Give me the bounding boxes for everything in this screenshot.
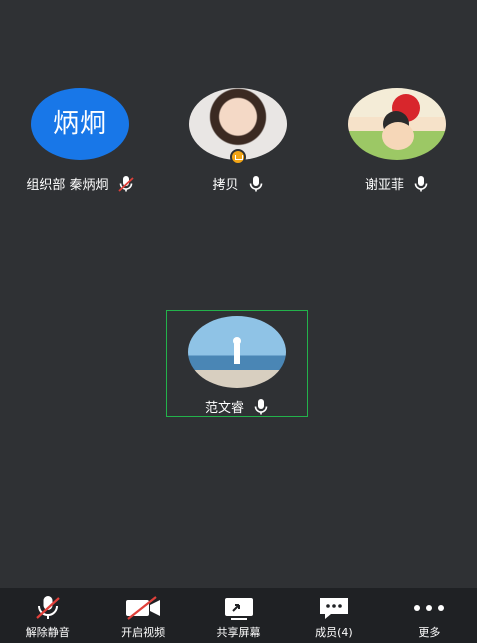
- unmute-label: 解除静音: [25, 626, 70, 639]
- participant-name-row: 组织部 秦炳炯: [10, 174, 150, 193]
- mic-icon: [249, 175, 262, 191]
- participant-name: 组织部 秦炳炯: [26, 178, 109, 193]
- more-dots-icon: [414, 605, 445, 611]
- avatar: [189, 88, 287, 165]
- participant-name-row: 谢亚菲: [327, 174, 467, 193]
- mic-icon: [414, 175, 428, 191]
- host-badge-icon: [230, 149, 246, 165]
- more-label: 更多: [418, 626, 441, 639]
- participant-name: 谢亚菲: [364, 178, 404, 193]
- active-speaker-tile[interactable]: 范文睿: [166, 310, 308, 417]
- members-button[interactable]: 成员(4): [286, 588, 381, 643]
- participant-tile[interactable]: 炳炯 组织部 秦炳炯: [10, 88, 150, 193]
- share-label: 共享屏幕: [216, 626, 261, 639]
- mic-muted-icon: [35, 596, 60, 619]
- video-label: 开启视频: [121, 626, 166, 639]
- participant-name-row: 拷贝: [168, 174, 308, 193]
- participant-name: 拷贝: [212, 178, 239, 193]
- avatar: [188, 316, 286, 388]
- video-off-icon: [126, 596, 161, 620]
- participant-name-row: 范文睿: [167, 397, 307, 416]
- mic-muted-icon: [117, 175, 134, 192]
- members-chat-icon: [319, 598, 348, 619]
- avatar: 炳炯: [31, 88, 129, 160]
- share-screen-button[interactable]: 共享屏幕: [191, 588, 286, 643]
- participant-tile[interactable]: 谢亚菲: [327, 88, 467, 193]
- participant-tile[interactable]: 拷贝: [168, 88, 308, 193]
- avatar-initials: 炳炯: [52, 109, 107, 139]
- participant-name: 范文睿: [204, 401, 244, 416]
- meeting-toolbar: 解除静音 开启视频 共享屏幕 成员(4) 更多: [0, 588, 477, 643]
- start-video-button[interactable]: 开启视频: [95, 588, 190, 643]
- meeting-screen: 炳炯 组织部 秦炳炯 拷贝 谢亚菲 范文睿 解除静音 开启视频 共享屏幕 成员(…: [0, 0, 477, 643]
- share-screen-icon: [224, 598, 253, 620]
- more-button[interactable]: 更多: [382, 588, 477, 643]
- members-label: 成员(4): [315, 626, 353, 639]
- mic-icon: [254, 398, 268, 414]
- unmute-button[interactable]: 解除静音: [0, 588, 95, 643]
- avatar: [348, 88, 446, 160]
